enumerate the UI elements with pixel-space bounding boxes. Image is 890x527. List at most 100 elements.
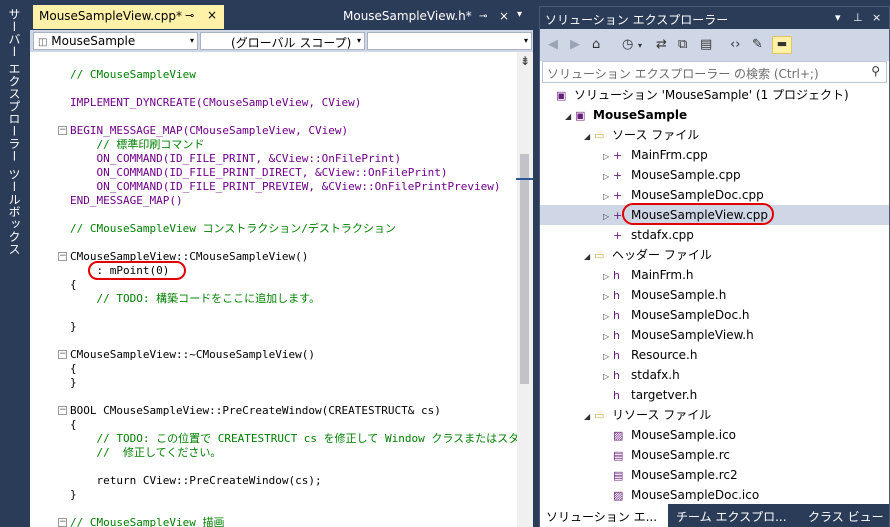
close-icon[interactable]: ×: [872, 11, 881, 24]
expanded-arrow-icon[interactable]: ◢: [584, 127, 594, 147]
code-line[interactable]: BEGIN_MESSAGE_MAP(CMouseSampleView, CVie…: [70, 124, 348, 138]
collapsed-arrow-icon[interactable]: ▷: [603, 267, 613, 287]
code-line[interactable]: }: [70, 376, 77, 390]
sync-icon[interactable]: ⇄: [656, 37, 667, 52]
collapse-toggle[interactable]: −: [58, 126, 67, 135]
tree-item[interactable]: ▨ MouseSampleDoc.ico: [540, 485, 889, 501]
tree-item[interactable]: ▷ h MouseSampleView.h: [540, 325, 889, 345]
show-all-files-icon[interactable]: ▤: [700, 37, 712, 52]
code-line[interactable]: }: [70, 488, 77, 502]
tab-team-explorer[interactable]: チーム エクスプロ...: [670, 504, 800, 527]
code-line[interactable]: return CView::PreCreateWindow(cs);: [70, 474, 321, 488]
collapse-all-icon[interactable]: ⧉: [678, 37, 687, 52]
collapse-toggle[interactable]: −: [58, 518, 67, 527]
tree-item[interactable]: ▷ h MainFrm.h: [540, 265, 889, 285]
vertical-scrollbar[interactable]: ⇟: [517, 52, 533, 527]
tab-label: MouseSampleView.cpp*: [39, 9, 182, 23]
collapsed-arrow-icon[interactable]: ▷: [603, 147, 613, 167]
pin-icon[interactable]: ⊥: [853, 11, 863, 24]
code-area[interactable]: // CMouseSampleView IMPLEMENT_DYNCREATE(C…: [30, 52, 517, 527]
tab-solution-explorer[interactable]: ソリューション エ...: [540, 504, 668, 527]
home-icon[interactable]: ⌂: [592, 37, 600, 52]
code-line[interactable]: // CMouseSampleView 描画: [70, 516, 224, 527]
collapsed-arrow-icon[interactable]: ▷: [603, 367, 613, 387]
history-icon[interactable]: ◷: [622, 37, 633, 52]
pin-icon[interactable]: ⊸: [479, 11, 487, 22]
code-line[interactable]: // 標準印刷コマンド: [70, 138, 204, 152]
collapsed-arrow-icon[interactable]: ▷: [603, 167, 613, 187]
tree-item[interactable]: ▤ MouseSample.rc: [540, 445, 889, 465]
code-line[interactable]: {: [70, 362, 77, 376]
expanded-arrow-icon[interactable]: ◢: [565, 107, 575, 127]
tree-item[interactable]: ▤ MouseSample.rc2: [540, 465, 889, 485]
server-explorer-tab[interactable]: サーバー エクスプローラー: [6, 8, 23, 162]
code-line[interactable]: BOOL CMouseSampleView::PreCreateWindow(C…: [70, 404, 441, 418]
tree-item[interactable]: ▷ + MainFrm.cpp: [540, 145, 889, 165]
tree-item[interactable]: ▣ ソリューション 'MouseSample' (1 プロジェクト): [540, 85, 889, 105]
tree-item[interactable]: ◢ ▣ MouseSample: [540, 105, 889, 125]
code-line[interactable]: IMPLEMENT_DYNCREATE(CMouseSampleView, CV…: [70, 96, 361, 110]
collapsed-arrow-icon[interactable]: ▷: [603, 287, 613, 307]
code-view-icon[interactable]: ‹›: [730, 37, 740, 52]
tree-item[interactable]: ▷ h stdafx.h: [540, 365, 889, 385]
code-line[interactable]: END_MESSAGE_MAP(): [70, 194, 183, 208]
code-line[interactable]: ON_COMMAND(ID_FILE_PRINT, &CView::OnFile…: [70, 152, 401, 166]
code-line[interactable]: // TODO: 構築コードをここに追加します。: [70, 292, 320, 306]
tab-class-view[interactable]: クラス ビュー: [802, 504, 889, 527]
tree-item[interactable]: ▷ h Resource.h: [540, 345, 889, 365]
close-icon[interactable]: ×: [499, 9, 509, 23]
collapsed-arrow-icon[interactable]: ▷: [603, 187, 613, 207]
pin-icon[interactable]: ⊸: [185, 9, 194, 22]
tree-item[interactable]: h targetver.h: [540, 385, 889, 405]
code-line[interactable]: // TODO: この位置で CREATESTRUCT cs を修正して Win…: [70, 432, 517, 446]
tree-folder[interactable]: ◢ ▭ ヘッダー ファイル: [540, 245, 889, 265]
code-line[interactable]: // CMouseSampleView コンストラクション/デストラクション: [70, 222, 396, 236]
member-selector[interactable]: ▾: [367, 32, 532, 50]
solution-search-input[interactable]: ソリューション エクスプローラー の検索 (Ctrl+;) ⚲: [542, 61, 887, 83]
code-line[interactable]: ON_COMMAND(ID_FILE_PRINT_PREVIEW, &CView…: [70, 180, 500, 194]
tree-item[interactable]: ▷ + MouseSample.cpp: [540, 165, 889, 185]
expanded-arrow-icon[interactable]: ◢: [584, 247, 594, 267]
collapse-toggle[interactable]: −: [58, 252, 67, 261]
collapse-toggle[interactable]: −: [58, 350, 67, 359]
scope-selector[interactable]: (グローバル スコープ) ▾: [200, 32, 365, 50]
code-line[interactable]: // CMouseSampleView: [70, 68, 196, 82]
dropdown-icon[interactable]: ▾: [835, 11, 841, 24]
search-icon[interactable]: ⚲: [871, 64, 880, 78]
code-line[interactable]: ON_COMMAND(ID_FILE_PRINT_DIRECT, &CView:…: [70, 166, 447, 180]
tree-folder[interactable]: ◢ ▭ ソース ファイル: [540, 125, 889, 145]
properties-icon[interactable]: ✎: [752, 37, 763, 52]
tree-item[interactable]: ▷ + MouseSampleDoc.cpp: [540, 185, 889, 205]
tree-item[interactable]: ▷ h MouseSample.h: [540, 285, 889, 305]
code-line[interactable]: }: [70, 320, 77, 334]
file-icon: h: [613, 309, 620, 322]
collapsed-arrow-icon[interactable]: ▷: [603, 347, 613, 367]
class-selector[interactable]: ◫ MouseSample ▾: [33, 32, 198, 50]
tree-item-label: MouseSampleView.h: [631, 328, 754, 342]
code-line[interactable]: CMouseSampleView::~CMouseSampleView(): [70, 348, 315, 362]
expanded-arrow-icon[interactable]: ◢: [584, 407, 594, 427]
tree-item-label: MouseSample.h: [631, 288, 727, 302]
tree-item[interactable]: + stdafx.cpp: [540, 225, 889, 245]
back-icon[interactable]: ◀: [548, 37, 558, 52]
code-line[interactable]: {: [70, 418, 77, 432]
code-line[interactable]: {: [70, 278, 77, 292]
scrollbar-thumb[interactable]: [520, 154, 529, 384]
collapse-toggle[interactable]: −: [58, 406, 67, 415]
tab-mousesampleview-cpp[interactable]: MouseSampleView.cpp* ⊸ ×: [33, 5, 224, 29]
code-line[interactable]: // 修正してください。: [70, 446, 221, 460]
split-handle-icon[interactable]: ⇟: [520, 54, 530, 68]
close-icon[interactable]: ×: [207, 8, 217, 22]
collapsed-arrow-icon[interactable]: ▷: [603, 207, 613, 227]
chevron-down-icon[interactable]: ▾: [638, 41, 642, 50]
tree-folder[interactable]: ◢ ▭ リソース ファイル: [540, 405, 889, 425]
preview-toggle-icon[interactable]: ▬: [772, 36, 792, 54]
tab-list-dropdown-icon[interactable]: ▾: [517, 9, 522, 20]
tree-item[interactable]: ▷ h MouseSampleDoc.h: [540, 305, 889, 325]
toolbox-tab[interactable]: ツールボックス: [6, 168, 23, 256]
tree-item[interactable]: ▨ MouseSample.ico: [540, 425, 889, 445]
tab-mousesampleview-h[interactable]: MouseSampleView.h*: [343, 9, 472, 23]
collapsed-arrow-icon[interactable]: ▷: [603, 327, 613, 347]
collapsed-arrow-icon[interactable]: ▷: [603, 307, 613, 327]
forward-icon[interactable]: ▶: [570, 37, 580, 52]
